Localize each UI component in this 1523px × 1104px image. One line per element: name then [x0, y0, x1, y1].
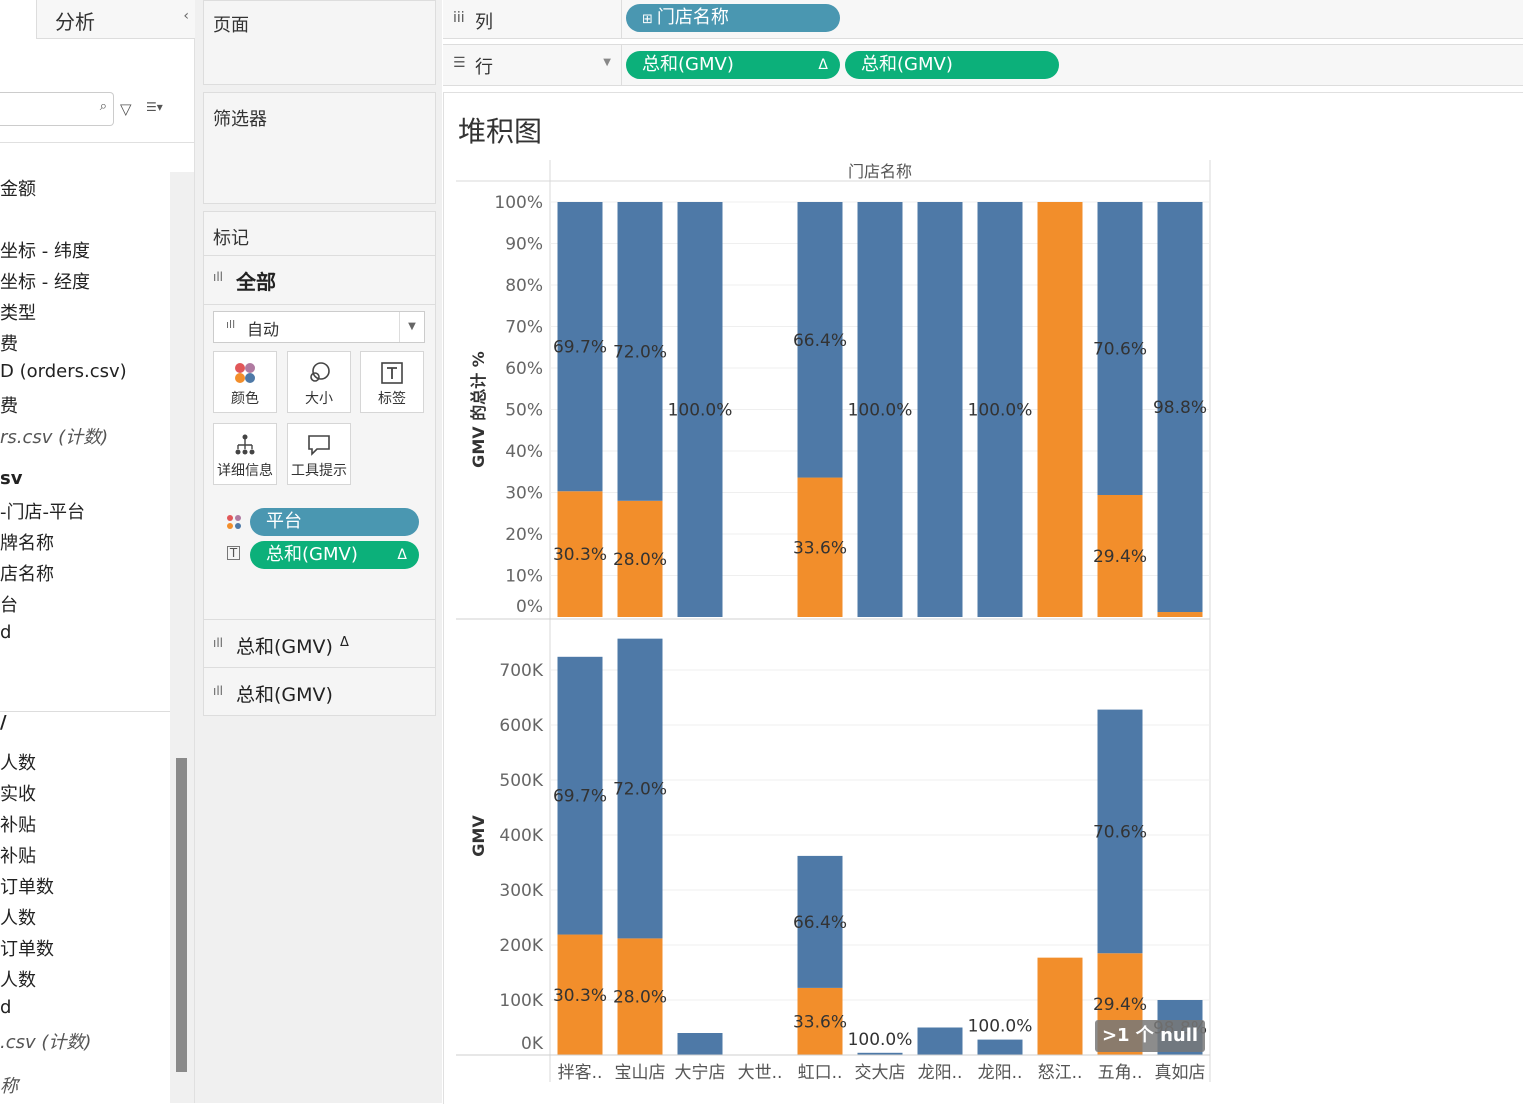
y-tick-label: 80%	[505, 276, 543, 296]
data-label: 100.0%	[848, 1030, 913, 1050]
y-tick-label: 10%	[505, 567, 543, 587]
y-tick-label: 200K	[499, 936, 543, 956]
y-tick-label: 600K	[499, 716, 543, 736]
bar-segment-orange	[1037, 957, 1083, 1055]
data-label: 29.4%	[1093, 995, 1147, 1015]
y-tick-label: 400K	[499, 826, 543, 846]
null-indicator-badge[interactable]: >1 个 null	[1095, 1020, 1205, 1052]
bar-segment-blue	[677, 1033, 723, 1055]
bar-segment-orange	[1157, 612, 1203, 617]
y-axis-title: GMV	[469, 815, 488, 857]
data-label: 100.0%	[848, 401, 913, 421]
data-label: 69.7%	[553, 787, 607, 807]
data-label: 66.4%	[793, 913, 847, 933]
data-label: 28.0%	[613, 550, 667, 570]
column-header: 门店名称	[848, 162, 912, 181]
y-tick-label: 30%	[505, 484, 543, 504]
bar-segment-orange	[1037, 202, 1083, 617]
x-tick-label: 真如店	[1155, 1063, 1206, 1083]
y-tick-label: 60%	[505, 359, 543, 379]
x-tick-label: 交大店	[855, 1063, 906, 1083]
x-tick-label: 拌客..	[558, 1063, 603, 1083]
data-label: 33.6%	[793, 538, 847, 558]
y-tick-label: 90%	[505, 235, 543, 255]
x-tick-label: 大世..	[738, 1063, 783, 1083]
x-tick-label: 怒江..	[1038, 1063, 1083, 1083]
y-tick-label: 0%	[516, 597, 543, 617]
data-label: 30.3%	[553, 986, 607, 1006]
y-tick-label: 500K	[499, 771, 543, 791]
x-tick-label: 大宁店	[675, 1063, 726, 1083]
data-label: 66.4%	[793, 331, 847, 351]
y-tick-label: 300K	[499, 881, 543, 901]
data-label: 98.8%	[1153, 398, 1207, 418]
data-label: 70.6%	[1093, 822, 1147, 842]
y-tick-label: 100%	[494, 193, 543, 213]
data-label: 69.7%	[553, 338, 607, 358]
x-tick-label: 宝山店	[615, 1063, 666, 1083]
y-tick-label: 50%	[505, 401, 543, 421]
x-tick-label: 五角..	[1098, 1063, 1143, 1083]
y-tick-label: 40%	[505, 442, 543, 462]
stacked-bar-chart: 门店名称 0% 10% 20% 30% 40% 50% 60% 70% 80% 90% 100% GMV…	[456, 160, 1211, 1083]
data-label: 100.0%	[668, 401, 733, 421]
y-axis-title: GMV 的总计 %	[469, 351, 488, 468]
data-label: 29.4%	[1093, 547, 1147, 567]
bar-segment-blue	[977, 1039, 1023, 1055]
y-tick-label: 700K	[499, 661, 543, 681]
data-label: 28.0%	[613, 988, 667, 1008]
data-label: 72.0%	[613, 342, 667, 362]
y-tick-label: 100K	[499, 991, 543, 1011]
bar-segment-blue	[917, 1027, 963, 1055]
data-label: 30.3%	[553, 545, 607, 565]
data-label: 100.0%	[968, 1017, 1033, 1037]
data-label: 33.6%	[793, 1012, 847, 1032]
x-tick-label: 龙阳..	[918, 1063, 963, 1083]
x-tick-label: 虹口..	[798, 1063, 843, 1083]
data-label: 100.0%	[968, 401, 1033, 421]
y-tick-label: 70%	[505, 318, 543, 338]
data-label: 72.0%	[613, 780, 667, 800]
x-tick-label: 龙阳..	[978, 1063, 1023, 1083]
y-tick-label: 20%	[505, 525, 543, 545]
y-tick-label: 0K	[521, 1034, 544, 1054]
bar-segment-blue	[917, 202, 963, 617]
data-label: 70.6%	[1093, 339, 1147, 359]
